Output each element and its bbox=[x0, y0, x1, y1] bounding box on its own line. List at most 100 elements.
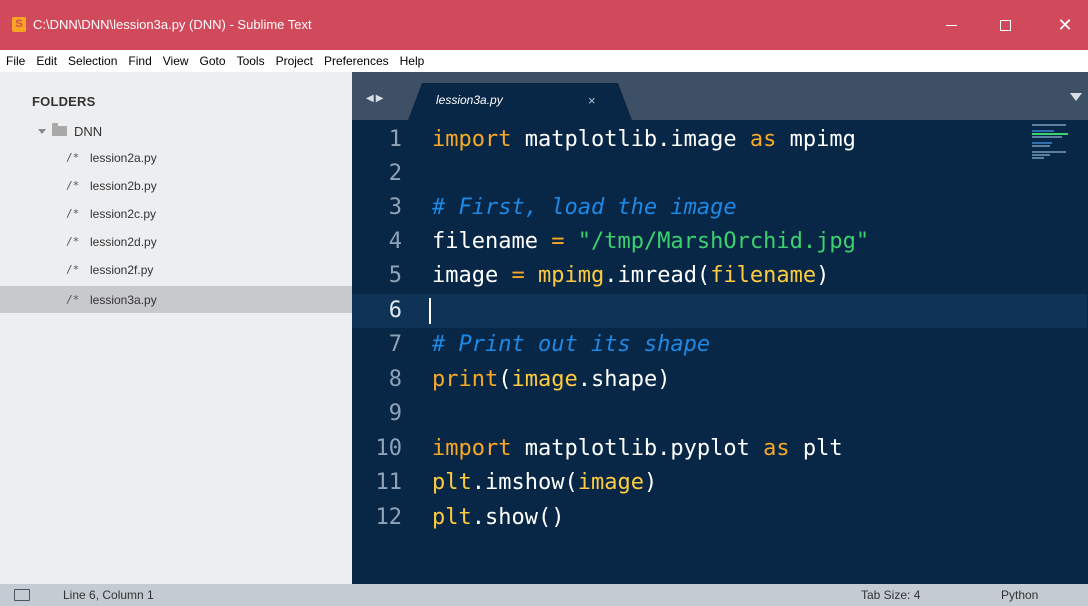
file-item[interactable]: /* lession2b.py bbox=[0, 172, 352, 199]
tab-nav-arrows-icon[interactable]: ◀▶ bbox=[366, 93, 385, 104]
close-window-button[interactable]: ✕ bbox=[1042, 0, 1088, 50]
expand-triangle-icon[interactable] bbox=[38, 128, 46, 134]
line-number: 9 bbox=[388, 401, 402, 426]
minimize-button[interactable] bbox=[928, 0, 974, 50]
code-line-12: plt.show() bbox=[432, 501, 564, 535]
minimap-line bbox=[1032, 124, 1066, 126]
menu-file[interactable]: File bbox=[6, 50, 25, 72]
menu-bar: File Edit Selection Find View Goto Tools… bbox=[0, 50, 1088, 72]
minimap-line bbox=[1032, 145, 1050, 147]
code-line-8: print(image.shape) bbox=[432, 363, 670, 397]
file-item[interactable]: /* lession2d.py bbox=[0, 228, 352, 255]
minimize-icon bbox=[945, 24, 957, 26]
file-item-selected[interactable]: /* lession3a.py bbox=[0, 286, 352, 313]
minimap-line bbox=[1032, 157, 1044, 159]
menu-tools[interactable]: Tools bbox=[237, 50, 265, 72]
tab-bar: ◀▶ lession3a.py × bbox=[352, 72, 1088, 120]
code-token: plt bbox=[432, 470, 472, 495]
minimap-line bbox=[1032, 142, 1052, 144]
code-token: .imshow( bbox=[471, 470, 578, 495]
code-token: .imread( bbox=[604, 263, 711, 288]
code-token: ( bbox=[498, 367, 512, 392]
sublime-logo-icon: S bbox=[12, 17, 26, 32]
menu-find[interactable]: Find bbox=[128, 50, 151, 72]
minimap-line bbox=[1032, 151, 1066, 153]
tab-lession3a[interactable]: lession3a.py × bbox=[408, 83, 632, 120]
keyword: as bbox=[763, 436, 790, 461]
code-token: plt bbox=[789, 436, 843, 461]
syntax-selector[interactable]: Python bbox=[1001, 588, 1038, 602]
keyword: import bbox=[432, 127, 512, 152]
code-line-1: import matplotlib.image as mpimg bbox=[432, 123, 856, 157]
file-comment-icon: /* bbox=[66, 151, 80, 164]
line-number: 12 bbox=[375, 505, 403, 530]
operator: = bbox=[511, 263, 525, 288]
string-literal: "/tmp/MarshOrchid.jpg" bbox=[577, 229, 870, 254]
code-line-11: plt.imshow(image) bbox=[432, 466, 657, 500]
panel-toggle-icon[interactable] bbox=[14, 589, 30, 601]
code-token: matplotlib.pyplot bbox=[511, 436, 764, 461]
folder-icon bbox=[52, 123, 67, 136]
menu-selection[interactable]: Selection bbox=[68, 50, 117, 72]
window-title: C:\DNN\DNN\lession3a.py (DNN) - Sublime … bbox=[33, 17, 312, 32]
maximize-icon bbox=[999, 19, 1011, 31]
code-line-7: # Print out its shape bbox=[432, 332, 711, 357]
line-number: 7 bbox=[388, 332, 402, 357]
file-comment-icon: /* bbox=[66, 263, 80, 276]
maximize-button[interactable] bbox=[982, 0, 1028, 50]
minimap-line bbox=[1032, 130, 1054, 132]
line-number: 2 bbox=[388, 161, 402, 186]
sidebar: FOLDERS DNN /* lession2a.py /* lession2b… bbox=[0, 72, 352, 584]
close-icon: ✕ bbox=[1057, 15, 1073, 35]
file-label: lession3a.py bbox=[90, 292, 157, 307]
file-comment-icon: /* bbox=[66, 293, 80, 306]
folder-dnn[interactable]: DNN bbox=[38, 122, 102, 140]
menu-preferences[interactable]: Preferences bbox=[324, 50, 389, 72]
folder-label: DNN bbox=[74, 123, 103, 139]
file-label: lession2d.py bbox=[90, 234, 157, 249]
keyword: as bbox=[749, 127, 777, 152]
active-line-highlight bbox=[352, 294, 1087, 328]
file-item[interactable]: /* lession2f.py bbox=[0, 256, 352, 283]
code-line-4: filename = "/tmp/MarshOrchid.jpg" bbox=[432, 225, 869, 259]
minimap[interactable] bbox=[1032, 124, 1072, 164]
menu-help[interactable]: Help bbox=[400, 50, 425, 72]
code-token: plt bbox=[432, 505, 472, 530]
tab-label: lession3a.py bbox=[436, 93, 503, 107]
minimap-line bbox=[1032, 136, 1062, 138]
menu-edit[interactable]: Edit bbox=[36, 50, 57, 72]
line-number: 10 bbox=[375, 436, 403, 461]
text-cursor bbox=[429, 298, 431, 324]
tab-dropdown-icon[interactable] bbox=[1070, 93, 1082, 101]
tab-size-selector[interactable]: Tab Size: 4 bbox=[861, 588, 920, 602]
code-line-10: import matplotlib.pyplot as plt bbox=[432, 432, 843, 466]
code-token: image bbox=[432, 263, 512, 288]
status-bar: Line 6, Column 1 Tab Size: 4 Python bbox=[0, 584, 1088, 606]
folders-heading: FOLDERS bbox=[32, 94, 96, 109]
operator: = bbox=[551, 229, 565, 254]
file-label: lession2c.py bbox=[90, 206, 157, 221]
file-item[interactable]: /* lession2c.py bbox=[0, 200, 352, 227]
menu-project[interactable]: Project bbox=[276, 50, 313, 72]
builtin-function: print bbox=[432, 367, 499, 392]
tab-close-icon[interactable]: × bbox=[588, 93, 596, 108]
menu-view[interactable]: View bbox=[163, 50, 189, 72]
file-comment-icon: /* bbox=[66, 179, 80, 192]
code-token: ) bbox=[816, 263, 830, 288]
file-item[interactable]: /* lession2a.py bbox=[0, 144, 352, 171]
code-token: image bbox=[511, 367, 578, 392]
line-number: 3 bbox=[388, 195, 402, 220]
code-token: ) bbox=[643, 470, 658, 495]
code-token: filename bbox=[432, 229, 552, 254]
file-label: lession2b.py bbox=[90, 178, 157, 193]
code-line-3: # First, load the image bbox=[432, 195, 737, 220]
menu-goto[interactable]: Goto bbox=[200, 50, 226, 72]
line-number: 8 bbox=[388, 367, 402, 392]
code-editor[interactable]: 1 2 3 4 5 6 7 8 9 10 11 12 import matplo… bbox=[352, 120, 1088, 584]
code-token: mpimg bbox=[776, 127, 856, 152]
code-token: image bbox=[577, 470, 644, 495]
code-token: filename bbox=[710, 263, 817, 288]
file-label: lession2a.py bbox=[90, 150, 157, 165]
file-comment-icon: /* bbox=[66, 207, 80, 220]
